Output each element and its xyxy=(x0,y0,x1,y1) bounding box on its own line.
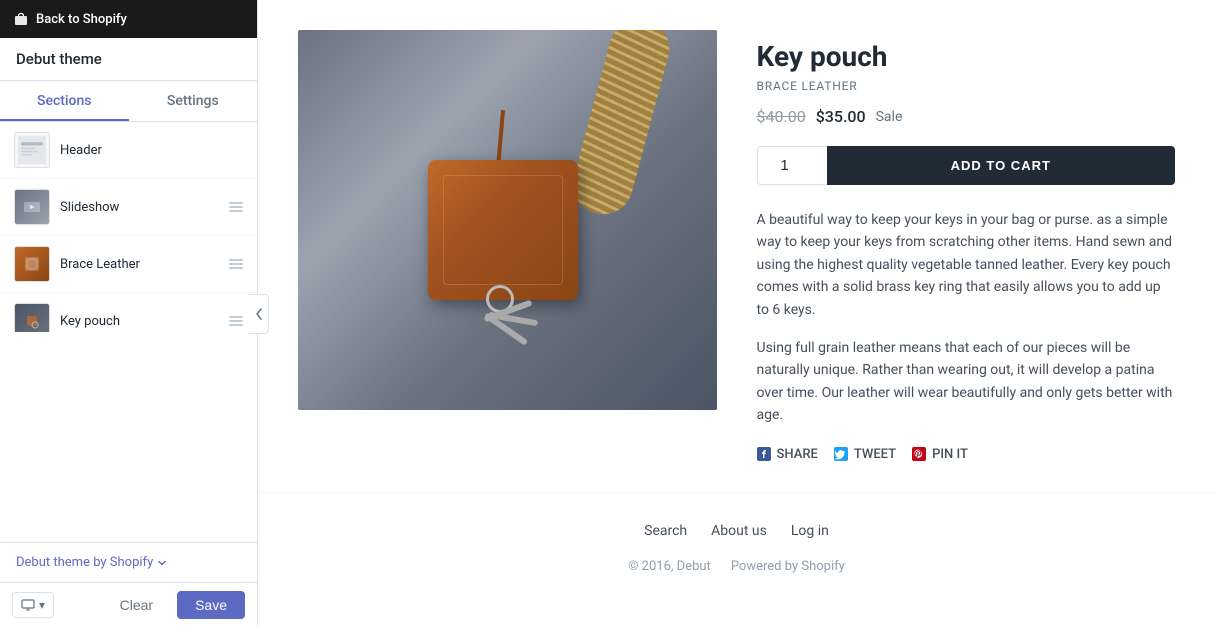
quantity-cart-row: ADD TO CART xyxy=(757,146,1176,185)
product-page: Key pouch BRACE LEATHER $40.00 $35.00 Sa… xyxy=(258,0,1215,604)
product-image xyxy=(298,30,717,410)
leather-pouch-decoration xyxy=(428,160,578,300)
drag-handle-slideshow[interactable] xyxy=(229,202,243,212)
share-label: SHARE xyxy=(777,447,818,462)
device-chevron: ▾ xyxy=(39,598,45,612)
bottom-bar: ▾ Clear Save xyxy=(0,582,257,627)
spacer xyxy=(0,332,257,542)
section-label-key-pouch: Key pouch xyxy=(60,314,219,329)
footer-nav-about[interactable]: About us xyxy=(711,523,767,539)
footer-nav-search[interactable]: Search xyxy=(644,523,687,539)
chevron-down-icon xyxy=(157,558,167,568)
product-description-1: A beautiful way to keep your keys in you… xyxy=(757,209,1176,321)
section-thumb-header xyxy=(14,132,50,168)
section-label-brace-leather: Brace Leather xyxy=(60,257,219,272)
section-item-header[interactable]: Header xyxy=(0,122,257,179)
section-thumb-brace-leather xyxy=(14,246,50,282)
tab-settings[interactable]: Settings xyxy=(129,81,258,121)
product-info: Key pouch BRACE LEATHER $40.00 $35.00 Sa… xyxy=(757,30,1176,462)
product-image-background xyxy=(298,30,717,410)
section-thumb-slideshow xyxy=(14,189,50,225)
product-description-2: Using full grain leather means that each… xyxy=(757,337,1176,427)
tabs-bar: Sections Settings xyxy=(0,81,257,122)
drag-handle-brace-leather[interactable] xyxy=(229,259,243,269)
section-label-header: Header xyxy=(60,143,243,158)
panel-toggle-button[interactable] xyxy=(249,294,269,334)
add-to-cart-button[interactable]: ADD TO CART xyxy=(827,146,1176,185)
footer-nav-login[interactable]: Log in xyxy=(791,523,829,539)
site-footer: Search About us Log in © 2016, Debut Pow… xyxy=(258,492,1215,604)
price-original: $40.00 xyxy=(757,107,806,126)
footer-nav: Search About us Log in xyxy=(298,523,1175,539)
product-price: $40.00 $35.00 Sale xyxy=(757,107,1176,126)
theme-branding-label: Debut theme by Shopify xyxy=(16,555,153,570)
rope-decoration xyxy=(566,30,676,221)
section-item-slideshow[interactable]: Slideshow xyxy=(0,179,257,236)
device-selector-button[interactable]: ▾ xyxy=(12,592,54,618)
main-content: Key pouch BRACE LEATHER $40.00 $35.00 Sa… xyxy=(258,0,1215,627)
product-vendor: BRACE LEATHER xyxy=(757,79,1176,93)
shopify-bag-icon xyxy=(14,12,28,26)
back-to-shopify-button[interactable]: Back to Shopify xyxy=(0,0,257,38)
section-label-slideshow: Slideshow xyxy=(60,200,219,215)
tweet-button[interactable]: TWEET xyxy=(834,447,896,462)
section-item-brace-leather[interactable]: Brace Leather xyxy=(0,236,257,293)
sections-list: Header Slideshow Brace Le xyxy=(0,122,257,332)
product-main: Key pouch BRACE LEATHER $40.00 $35.00 Sa… xyxy=(258,0,1215,492)
powered-by: Powered by Shopify xyxy=(731,559,845,574)
quantity-input[interactable] xyxy=(757,146,827,185)
theme-branding[interactable]: Debut theme by Shopify xyxy=(0,542,257,582)
copyright-text: © 2016, Debut xyxy=(628,559,711,574)
save-button[interactable]: Save xyxy=(177,591,245,619)
social-row: SHARE TWEET PIN IT xyxy=(757,447,1176,462)
desktop-icon xyxy=(21,598,35,612)
pin-button[interactable]: PIN IT xyxy=(912,447,968,462)
product-title: Key pouch xyxy=(757,40,1176,73)
clear-button[interactable]: Clear xyxy=(104,591,169,619)
facebook-icon xyxy=(757,447,771,461)
product-image-area xyxy=(298,30,717,462)
footer-copyright: © 2016, Debut Powered by Shopify xyxy=(298,559,1175,574)
section-thumb-key-pouch xyxy=(14,303,50,332)
twitter-icon xyxy=(834,447,848,461)
price-sale-badge: Sale xyxy=(876,109,903,125)
price-sale: $35.00 xyxy=(816,107,866,126)
tweet-label: TWEET xyxy=(854,447,896,462)
chevron-left-icon xyxy=(255,308,263,320)
theme-title: Debut theme xyxy=(0,38,257,81)
share-button[interactable]: SHARE xyxy=(757,447,818,462)
tab-sections[interactable]: Sections xyxy=(0,81,129,121)
back-label: Back to Shopify xyxy=(36,12,127,27)
pin-label: PIN IT xyxy=(932,447,968,462)
pinterest-icon xyxy=(912,447,926,461)
drag-handle-key-pouch[interactable] xyxy=(229,316,243,326)
left-panel: Back to Shopify Debut theme Sections Set… xyxy=(0,0,258,627)
section-item-key-pouch[interactable]: Key pouch xyxy=(0,293,257,332)
